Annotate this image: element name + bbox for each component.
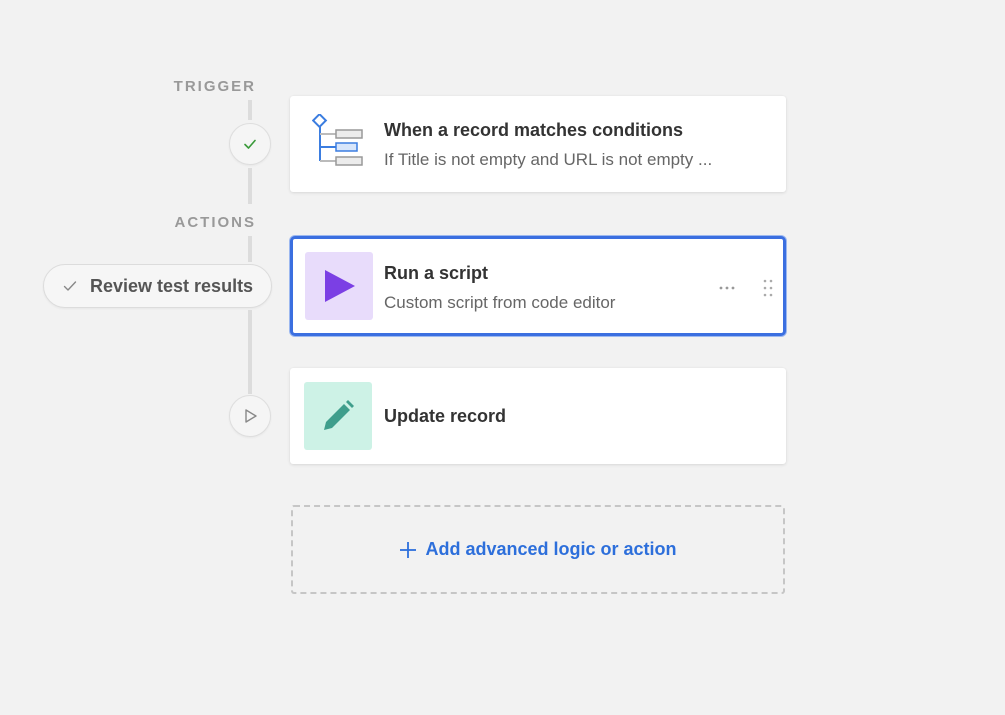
action-title: Run a script <box>384 263 489 283</box>
action-title: Update record <box>384 406 507 426</box>
timeline-rail-1 <box>248 100 252 120</box>
more-options-button[interactable] <box>715 276 739 300</box>
review-test-results-label: Review test results <box>90 275 254 296</box>
play-icon <box>325 270 355 302</box>
timeline-rail-3 <box>248 236 252 262</box>
script-icon-box <box>305 252 373 320</box>
update-icon-box <box>304 382 372 450</box>
timeline-rail-4 <box>248 310 252 394</box>
trigger-subtitle: If Title is not empty and URL is not emp… <box>384 150 713 169</box>
ellipsis-icon <box>719 286 735 290</box>
play-outline-icon <box>245 409 257 423</box>
plus-icon <box>400 541 417 558</box>
actions-section-label: ACTIONS <box>174 214 256 231</box>
trigger-status-node <box>229 123 271 165</box>
timeline-rail-2 <box>248 168 252 204</box>
review-test-results-button[interactable]: Review test results <box>43 264 272 308</box>
drag-handle[interactable] <box>761 277 775 299</box>
trigger-card[interactable]: When a record matches conditions If Titl… <box>290 96 786 192</box>
check-icon <box>63 281 77 291</box>
pencil-icon <box>324 400 354 430</box>
trigger-section-label: TRIGGER <box>173 78 256 95</box>
conditions-tree-icon <box>312 114 363 166</box>
trigger-title: When a record matches conditions <box>384 120 684 140</box>
action-card-run-script[interactable]: Run a script Custom script from code edi… <box>290 236 786 336</box>
action-card-update-record[interactable]: Update record <box>290 368 786 464</box>
action-subtitle: Custom script from code editor <box>384 293 616 312</box>
action-run-node[interactable] <box>229 395 271 437</box>
drag-handle-icon <box>763 279 773 297</box>
add-action-label: Add advanced logic or action <box>425 539 677 559</box>
add-action-button[interactable]: Add advanced logic or action <box>291 505 785 594</box>
check-icon <box>244 139 256 149</box>
